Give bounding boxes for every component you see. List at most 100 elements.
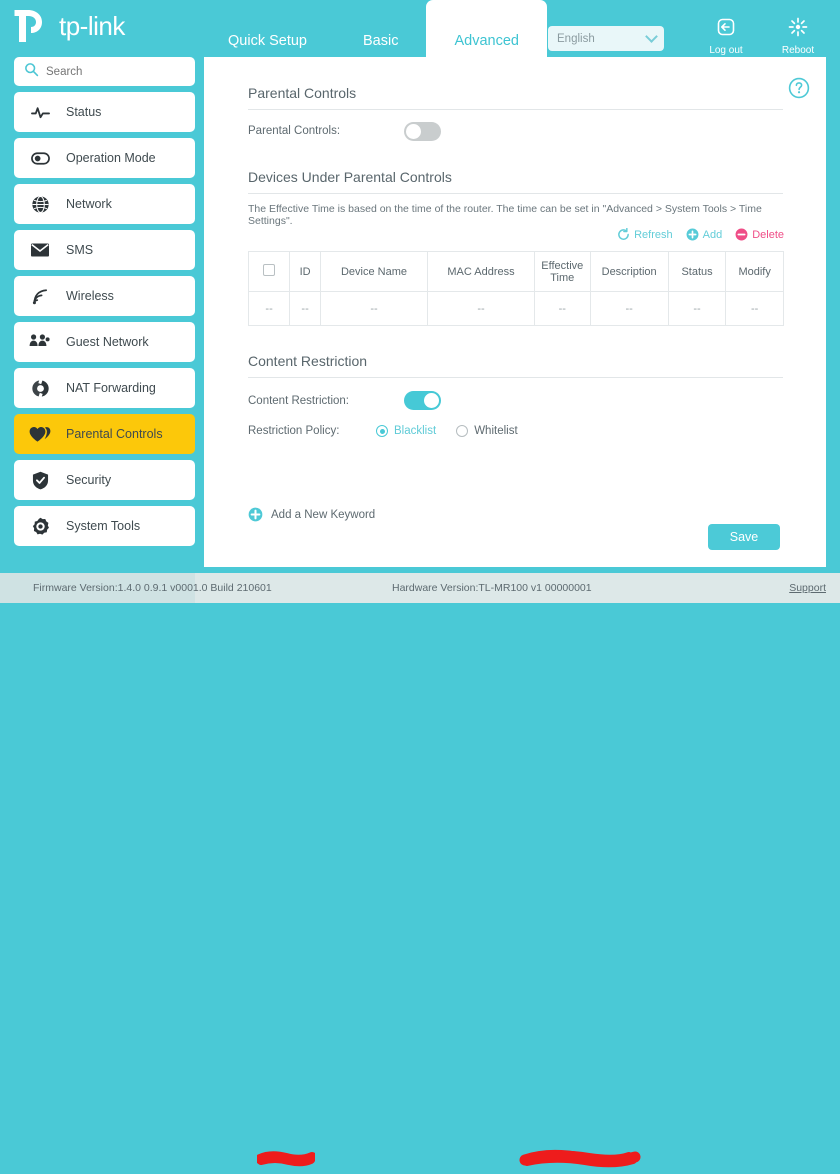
- sidebar-item-network[interactable]: Network: [14, 184, 195, 224]
- devices-section-title: Devices Under Parental Controls: [248, 169, 452, 185]
- reboot-label: Reboot: [781, 45, 815, 56]
- hearts-icon: [14, 425, 66, 443]
- sidebar-item-sms[interactable]: SMS: [14, 230, 195, 270]
- tp-link-logo-mark: [14, 8, 54, 44]
- chevron-down-icon: [645, 30, 658, 43]
- refresh-button[interactable]: Refresh: [617, 228, 673, 241]
- column-header-status: Status: [667, 251, 727, 292]
- radio-whitelist-label: Whitelist: [474, 425, 518, 437]
- delete-button[interactable]: Delete: [735, 228, 784, 241]
- sidebar-item-security[interactable]: Security: [14, 460, 195, 500]
- search-input[interactable]: [46, 65, 176, 78]
- section-divider: [248, 193, 783, 194]
- logout-icon: [716, 18, 736, 41]
- column-header-id: ID: [289, 251, 321, 292]
- column-header-effective-time: Effective Time: [534, 251, 591, 292]
- reboot-button[interactable]: Reboot: [770, 17, 826, 56]
- refresh-icon: [618, 228, 629, 240]
- column-header-device-name: Device Name: [320, 251, 428, 292]
- add-new-keyword-button[interactable]: Add a New Keyword: [248, 507, 375, 522]
- column-header-mac-address: MAC Address: [427, 251, 535, 292]
- radio-indicator: [376, 425, 388, 437]
- hardware-version: Hardware Version:TL-MR100 v1 00000001: [392, 582, 592, 594]
- content-panel: Parental Controls Parental Controls: Dev…: [204, 57, 826, 567]
- sidebar-item-label: SMS: [66, 243, 94, 257]
- globe-icon: [14, 195, 66, 214]
- help-circle-icon[interactable]: [788, 77, 810, 104]
- sidebar-item-nat-forwarding[interactable]: NAT Forwarding: [14, 368, 195, 408]
- section-divider: [248, 377, 783, 378]
- logout-label: Log out: [709, 45, 743, 56]
- content-restriction-toggle[interactable]: [404, 391, 441, 410]
- app-footer: Firmware Version:1.4.0 0.9.1 v0001.0 Bui…: [0, 573, 840, 1168]
- cell-status: --: [667, 291, 727, 326]
- sidebar-item-guest-network[interactable]: Guest Network: [14, 322, 195, 362]
- add-label: Add: [702, 228, 723, 241]
- plus-circle-icon: [686, 228, 699, 241]
- language-selector[interactable]: English: [548, 26, 664, 51]
- sidebar-item-parental-controls[interactable]: Parental Controls: [14, 414, 195, 454]
- sidebar-item-label: Guest Network: [66, 335, 149, 349]
- cell-modify: --: [725, 291, 784, 326]
- save-button[interactable]: Save: [708, 524, 780, 550]
- sidebar-item-system-tools[interactable]: System Tools: [14, 506, 195, 546]
- people-icon: [14, 333, 66, 351]
- cell-device-name: --: [320, 291, 428, 326]
- radio-blacklist[interactable]: Blacklist: [376, 425, 436, 437]
- radio-whitelist[interactable]: Whitelist: [456, 425, 518, 437]
- redaction-mark: [519, 1149, 641, 1174]
- add-button[interactable]: Add: [686, 228, 723, 241]
- restriction-policy-label: Restriction Policy:: [248, 425, 340, 437]
- redaction-mark: [255, 1151, 317, 1172]
- language-selector-value: English: [557, 32, 595, 45]
- tab-advanced[interactable]: Advanced: [426, 0, 547, 62]
- add-new-keyword-label: Add a New Keyword: [271, 508, 376, 521]
- search-icon: [24, 62, 39, 82]
- envelope-icon: [14, 242, 66, 258]
- search-box[interactable]: [14, 57, 195, 86]
- content-restriction-toggle-label: Content Restriction:: [248, 395, 349, 407]
- radio-indicator: [456, 425, 469, 437]
- toggle-knob: [424, 393, 439, 408]
- tab-basic[interactable]: Basic: [335, 0, 426, 62]
- firmware-version: Firmware Version:1.4.0 0.9.1 v0001.0 Bui…: [33, 582, 272, 594]
- mode-dot-icon: [14, 149, 66, 168]
- sidebar-item-label: NAT Forwarding: [66, 381, 156, 395]
- delete-label: Delete: [752, 228, 784, 241]
- main-nav-tabs: Quick Setup Basic Advanced: [200, 0, 547, 62]
- effective-time-note: The Effective Time is based on the time …: [248, 203, 762, 227]
- column-header-modify: Modify: [725, 251, 784, 292]
- sidebar-item-label: Security: [66, 473, 112, 487]
- refresh-circle-icon: [14, 378, 66, 398]
- gear-icon: [14, 517, 66, 536]
- parental-controls-section-title: Parental Controls: [248, 85, 357, 101]
- table-header-row: ID Device Name MAC Address Effective Tim…: [247, 251, 784, 292]
- cell-effective-time: --: [534, 291, 591, 326]
- cell-id: --: [289, 291, 321, 326]
- app-header: tp-link Quick Setup Basic Advanced Engli…: [0, 0, 840, 62]
- column-header-description: Description: [589, 251, 669, 292]
- devices-table: ID Device Name MAC Address Effective Tim…: [247, 251, 784, 326]
- sidebar-item-operation-mode[interactable]: Operation Mode: [14, 138, 195, 178]
- select-all-header: [247, 251, 291, 292]
- select-all-checkbox[interactable]: [263, 264, 276, 276]
- parental-controls-toggle[interactable]: [404, 122, 441, 141]
- radio-blacklist-label: Blacklist: [394, 425, 437, 437]
- shield-icon: [14, 471, 66, 490]
- cell-mac-address: --: [427, 291, 535, 326]
- content-restriction-section-title: Content Restriction: [248, 353, 368, 369]
- cell-description: --: [589, 291, 669, 326]
- restriction-policy-options: Blacklist Whitelist: [376, 425, 518, 437]
- section-divider: [248, 109, 783, 110]
- sidebar-item-label: Wireless: [66, 289, 114, 303]
- tp-link-logo-text: tp-link: [59, 10, 125, 41]
- support-link[interactable]: Support: [789, 582, 826, 594]
- tab-quick-setup[interactable]: Quick Setup: [200, 0, 335, 62]
- tp-link-logo: tp-link: [14, 8, 125, 44]
- logout-button[interactable]: Log out: [698, 17, 754, 56]
- pulse-icon: [14, 103, 66, 122]
- sidebar-item-label: Status: [66, 105, 102, 119]
- sidebar-item-label: Network: [66, 197, 112, 211]
- sidebar-item-status[interactable]: Status: [14, 92, 195, 132]
- sidebar-item-wireless[interactable]: Wireless: [14, 276, 195, 316]
